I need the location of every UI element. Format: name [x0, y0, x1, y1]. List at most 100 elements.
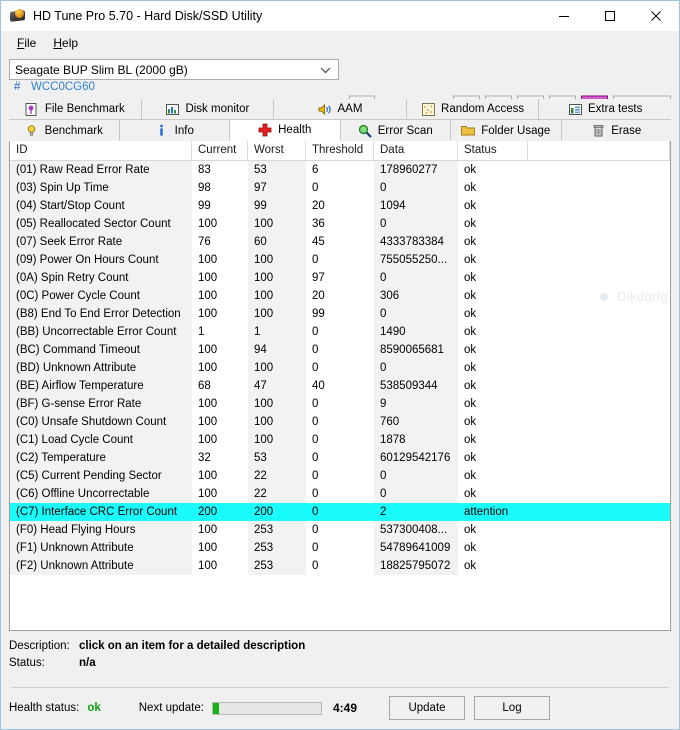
tab-aam[interactable]: AAM: [274, 99, 407, 120]
cell-worst: 253: [248, 521, 306, 539]
cell-status: ok: [464, 488, 477, 500]
cell-id: (F2) Unknown Attribute: [10, 557, 192, 575]
tab-benchmark[interactable]: Benchmark: [9, 120, 120, 141]
column-header-worst[interactable]: Worst: [248, 141, 306, 160]
cell-filler: [528, 539, 670, 557]
column-header-threshold[interactable]: Threshold: [306, 141, 374, 160]
cell-data: 0: [374, 305, 458, 323]
drive-select[interactable]: Seagate BUP Slim BL (2000 gB): [9, 59, 339, 80]
table-row[interactable]: (0A) Spin Retry Count 100 100 97 0 ok: [10, 269, 670, 287]
update-button[interactable]: Update: [389, 696, 465, 720]
cell-status: ok: [464, 218, 477, 230]
cell-id: (B8) End To End Error Detection: [10, 305, 192, 323]
minimize-button[interactable]: [541, 1, 587, 31]
cell-threshold: 0: [312, 326, 319, 338]
tab-error-scan-label: Error Scan: [377, 124, 433, 137]
column-header-current[interactable]: Current: [192, 141, 248, 160]
table-row[interactable]: (C1) Load Cycle Count 100 100 0 1878 ok: [10, 431, 670, 449]
table-row[interactable]: (03) Spin Up Time 98 97 0 0 ok: [10, 179, 670, 197]
cell-data: 755055250...: [374, 251, 458, 269]
cell-worst: 100: [248, 395, 306, 413]
table-row[interactable]: (C5) Current Pending Sector 100 22 0 0 ok: [10, 467, 670, 485]
table-row[interactable]: (01) Raw Read Error Rate 83 53 6 178960277 ok: [10, 161, 670, 179]
menu-file-rest: ile: [24, 36, 37, 50]
tab-disk-monitor[interactable]: Disk monitor: [141, 99, 275, 120]
cell-status: ok: [464, 200, 477, 212]
table-row[interactable]: (0C) Power Cycle Count 100 100 20 306 ok: [10, 287, 670, 305]
tab-info[interactable]: Info: [119, 120, 230, 141]
cell-filler: [528, 161, 670, 179]
table-row[interactable]: (BD) Unknown Attribute 100 100 0 0 ok: [10, 359, 670, 377]
table-row[interactable]: (07) Seek Error Rate 76 60 45 4333783384 ok: [10, 233, 670, 251]
cell-threshold: 0: [312, 362, 319, 374]
table-row[interactable]: (C0) Unsafe Shutdown Count 100 100 0 760 ok: [10, 413, 670, 431]
table-row[interactable]: (C2) Temperature 32 53 0 60129542176 ok: [10, 449, 670, 467]
table-row[interactable]: (05) Reallocated Sector Count 100 100 36 0 ok: [10, 215, 670, 233]
cell-current: 100: [198, 254, 218, 266]
menu-help-rest: elp: [62, 36, 79, 50]
table-row[interactable]: (F2) Unknown Attribute 100 253 0 18825795072…: [10, 557, 670, 575]
cell-worst: 22: [248, 485, 306, 503]
window-title: HD Tune Pro 5.70 - Hard Disk/SSD Utility: [33, 9, 263, 23]
menu-help[interactable]: Help: [45, 33, 87, 53]
table-row[interactable]: (BF) G-sense Error Rate 100 100 0 9 ok: [10, 395, 670, 413]
cell-filler: [528, 467, 670, 485]
cell-worst: 47: [248, 377, 306, 395]
menu-file[interactable]: File: [9, 33, 45, 53]
cell-worst: 100: [248, 305, 306, 323]
cell-worst: 1: [248, 323, 306, 341]
cell-status: ok: [464, 182, 477, 194]
folder-icon: [461, 124, 476, 138]
close-button[interactable]: [633, 1, 679, 31]
table-row[interactable]: (F0) Head Flying Hours 100 253 0 537300408..…: [10, 521, 670, 539]
tab-benchmark-label: Benchmark: [44, 124, 103, 137]
cell-filler: [528, 233, 670, 251]
cell-data: 18825795072: [374, 557, 458, 575]
tab-file-benchmark[interactable]: File Benchmark: [9, 99, 142, 120]
cell-worst: 200: [248, 503, 306, 521]
tab-erase[interactable]: Erase: [561, 120, 671, 141]
maximize-button[interactable]: [587, 1, 633, 31]
cell-threshold: 97: [312, 272, 325, 284]
log-button[interactable]: Log: [474, 696, 550, 720]
table-row[interactable]: (04) Start/Stop Count 99 99 20 1094 ok: [10, 197, 670, 215]
table-row[interactable]: (BE) Airflow Temperature 68 47 40 538509344 o…: [10, 377, 670, 395]
cell-filler: [528, 521, 670, 539]
column-header-data[interactable]: Data: [374, 141, 458, 160]
cell-data: 1094: [374, 197, 458, 215]
table-row[interactable]: (B8) End To End Error Detection 100 100 99 0…: [10, 305, 670, 323]
table-row[interactable]: (C6) Offline Uncorrectable 100 22 0 0 ok: [10, 485, 670, 503]
description-line: Description: click on an item for a deta…: [9, 637, 671, 654]
cell-data: 760: [374, 413, 458, 431]
tab-health-label: Health: [278, 124, 312, 136]
table-row[interactable]: (BB) Uncorrectable Error Count 1 1 0 1490 ok: [10, 323, 670, 341]
tab-folder-usage[interactable]: Folder Usage: [451, 120, 562, 141]
cell-current: 100: [198, 488, 218, 500]
drive-select-value: Seagate BUP Slim BL (2000 gB): [15, 62, 188, 77]
column-header-filler: [528, 141, 670, 160]
cell-status: ok: [464, 416, 477, 428]
tab-extra-tests[interactable]: Extra tests: [539, 99, 671, 120]
table-row[interactable]: (F1) Unknown Attribute 100 253 0 54789641009…: [10, 539, 670, 557]
cell-current: 98: [198, 182, 211, 194]
red-cross-icon: [258, 123, 272, 137]
cell-id: (C5) Current Pending Sector: [10, 467, 192, 485]
column-header-id[interactable]: ID: [10, 141, 192, 160]
column-header-status[interactable]: Status: [458, 141, 528, 160]
status-value: n/a: [79, 656, 96, 669]
cell-id: (C2) Temperature: [10, 449, 192, 467]
cell-status: ok: [464, 272, 477, 284]
table-row[interactable]: (09) Power On Hours Count 100 100 0 75505525…: [10, 251, 670, 269]
table-row[interactable]: (C7) Interface CRC Error Count 200 200 0 2 at…: [10, 503, 670, 521]
progress-fill: [212, 702, 220, 714]
cell-worst: 100: [248, 287, 306, 305]
table-body: (01) Raw Read Error Rate 83 53 6 178960277 ok…: [10, 161, 670, 575]
cell-status: ok: [464, 326, 477, 338]
tab-random-access[interactable]: Random Access: [406, 99, 540, 120]
tab-health[interactable]: Health: [230, 120, 341, 141]
table-row[interactable]: (BC) Command Timeout 100 94 0 8590065681 ok: [10, 341, 670, 359]
cell-current: 100: [198, 218, 218, 230]
tab-error-scan[interactable]: Error Scan: [340, 120, 451, 141]
cell-status: ok: [464, 524, 477, 536]
cell-id: (F0) Head Flying Hours: [10, 521, 192, 539]
